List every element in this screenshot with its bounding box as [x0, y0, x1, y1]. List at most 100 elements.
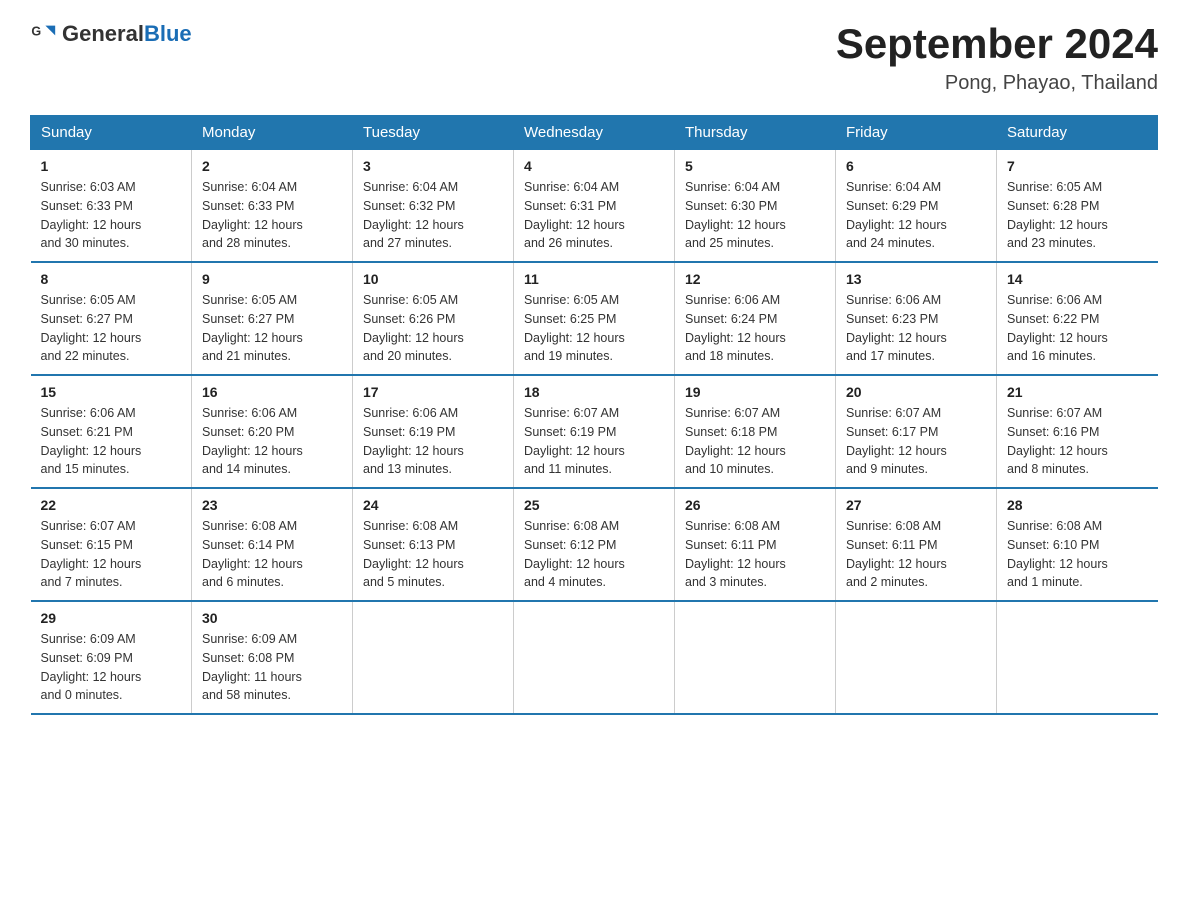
weekday-header-thursday: Thursday: [675, 116, 836, 150]
calendar-cell: 17Sunrise: 6:06 AMSunset: 6:19 PMDayligh…: [353, 375, 514, 488]
day-number: 24: [363, 497, 503, 513]
calendar-cell: 19 Sunrise: 6:07 AMSunset: 6:18 PMDayligh…: [675, 375, 836, 488]
day-number: 5: [685, 158, 825, 174]
day-info: Sunrise: 6:04 AMSunset: 6:32 PMDaylight:…: [363, 178, 503, 253]
day-number: 29: [41, 610, 182, 626]
day-info: Sunrise: 6:04 AMSunset: 6:30 PMDaylight:…: [685, 178, 825, 253]
day-info: Sunrise: 6:05 AMSunset: 6:27 PMDaylight:…: [202, 291, 342, 366]
calendar-title: September 2024: [836, 20, 1158, 68]
calendar-cell: 26 Sunrise: 6:08 AMSunset: 6:11 PMDayligh…: [675, 488, 836, 601]
logo-icon: G: [30, 20, 58, 48]
calendar-cell: 2 Sunrise: 6:04 AMSunset: 6:33 PMDaylight…: [192, 150, 353, 263]
calendar-cell: 14 Sunrise: 6:06 AMSunset: 6:22 PMDayligh…: [997, 262, 1158, 375]
calendar-week-2: 8 Sunrise: 6:05 AMSunset: 6:27 PMDaylight…: [31, 262, 1158, 375]
weekday-header-wednesday: Wednesday: [514, 116, 675, 150]
day-number: 22: [41, 497, 182, 513]
calendar-week-3: 15 Sunrise: 6:06 AMSunset: 6:21 PMDayligh…: [31, 375, 1158, 488]
calendar-cell: 11 Sunrise: 6:05 AMSunset: 6:25 PMDayligh…: [514, 262, 675, 375]
calendar-cell: 24 Sunrise: 6:08 AMSunset: 6:13 PMDayligh…: [353, 488, 514, 601]
day-info: Sunrise: 6:08 AMSunset: 6:13 PMDaylight:…: [363, 517, 503, 592]
calendar-cell: 22Sunrise: 6:07 AMSunset: 6:15 PMDayligh…: [31, 488, 192, 601]
day-number: 1: [41, 158, 182, 174]
calendar-cell: 27Sunrise: 6:08 AMSunset: 6:11 PMDayligh…: [836, 488, 997, 601]
calendar-cell: [675, 601, 836, 714]
day-number: 20: [846, 384, 986, 400]
day-info: Sunrise: 6:06 AMSunset: 6:19 PMDaylight:…: [363, 404, 503, 479]
calendar-cell: 12 Sunrise: 6:06 AMSunset: 6:24 PMDayligh…: [675, 262, 836, 375]
day-info: Sunrise: 6:06 AMSunset: 6:20 PMDaylight:…: [202, 404, 342, 479]
day-info: Sunrise: 6:06 AMSunset: 6:22 PMDaylight:…: [1007, 291, 1148, 366]
day-info: Sunrise: 6:05 AMSunset: 6:25 PMDaylight:…: [524, 291, 664, 366]
day-number: 12: [685, 271, 825, 287]
day-info: Sunrise: 6:08 AMSunset: 6:11 PMDaylight:…: [685, 517, 825, 592]
day-info: Sunrise: 6:04 AMSunset: 6:33 PMDaylight:…: [202, 178, 342, 253]
svg-text:G: G: [31, 24, 41, 38]
calendar-cell: 13 Sunrise: 6:06 AMSunset: 6:23 PMDayligh…: [836, 262, 997, 375]
calendar-week-4: 22Sunrise: 6:07 AMSunset: 6:15 PMDayligh…: [31, 488, 1158, 601]
day-number: 28: [1007, 497, 1148, 513]
day-info: Sunrise: 6:07 AMSunset: 6:17 PMDaylight:…: [846, 404, 986, 479]
weekday-header-friday: Friday: [836, 116, 997, 150]
calendar-cell: [514, 601, 675, 714]
calendar-cell: 6Sunrise: 6:04 AMSunset: 6:29 PMDaylight…: [836, 150, 997, 263]
calendar-cell: [353, 601, 514, 714]
page-header: G GeneralBlue September 2024 Pong, Phaya…: [30, 20, 1158, 95]
day-info: Sunrise: 6:07 AMSunset: 6:19 PMDaylight:…: [524, 404, 664, 479]
day-info: Sunrise: 6:06 AMSunset: 6:24 PMDaylight:…: [685, 291, 825, 366]
day-number: 30: [202, 610, 342, 626]
day-number: 6: [846, 158, 986, 174]
logo-text-general: General: [62, 21, 144, 46]
weekday-header-sunday: Sunday: [31, 116, 192, 150]
day-number: 2: [202, 158, 342, 174]
day-info: Sunrise: 6:08 AMSunset: 6:12 PMDaylight:…: [524, 517, 664, 592]
calendar-cell: 29 Sunrise: 6:09 AMSunset: 6:09 PMDayligh…: [31, 601, 192, 714]
calendar-cell: 5 Sunrise: 6:04 AMSunset: 6:30 PMDaylight…: [675, 150, 836, 263]
calendar-cell: 25 Sunrise: 6:08 AMSunset: 6:12 PMDayligh…: [514, 488, 675, 601]
calendar-cell: 3Sunrise: 6:04 AMSunset: 6:32 PMDaylight…: [353, 150, 514, 263]
day-number: 11: [524, 271, 664, 287]
calendar-cell: 8 Sunrise: 6:05 AMSunset: 6:27 PMDaylight…: [31, 262, 192, 375]
calendar-cell: 1 Sunrise: 6:03 AMSunset: 6:33 PMDaylight…: [31, 150, 192, 263]
day-number: 16: [202, 384, 342, 400]
calendar-cell: 4 Sunrise: 6:04 AMSunset: 6:31 PMDaylight…: [514, 150, 675, 263]
day-info: Sunrise: 6:07 AMSunset: 6:18 PMDaylight:…: [685, 404, 825, 479]
day-number: 23: [202, 497, 342, 513]
calendar-week-1: 1 Sunrise: 6:03 AMSunset: 6:33 PMDaylight…: [31, 150, 1158, 263]
weekday-header-saturday: Saturday: [997, 116, 1158, 150]
calendar-cell: 16 Sunrise: 6:06 AMSunset: 6:20 PMDayligh…: [192, 375, 353, 488]
day-number: 8: [41, 271, 182, 287]
calendar-cell: 10 Sunrise: 6:05 AMSunset: 6:26 PMDayligh…: [353, 262, 514, 375]
day-number: 25: [524, 497, 664, 513]
day-info: Sunrise: 6:06 AMSunset: 6:21 PMDaylight:…: [41, 404, 182, 479]
title-area: September 2024 Pong, Phayao, Thailand: [836, 20, 1158, 95]
calendar-week-5: 29 Sunrise: 6:09 AMSunset: 6:09 PMDayligh…: [31, 601, 1158, 714]
day-info: Sunrise: 6:03 AMSunset: 6:33 PMDaylight:…: [41, 178, 182, 253]
day-number: 13: [846, 271, 986, 287]
weekday-header-monday: Monday: [192, 116, 353, 150]
calendar-cell: 28 Sunrise: 6:08 AMSunset: 6:10 PMDayligh…: [997, 488, 1158, 601]
calendar-header: SundayMondayTuesdayWednesdayThursdayFrid…: [31, 116, 1158, 150]
day-info: Sunrise: 6:08 AMSunset: 6:10 PMDaylight:…: [1007, 517, 1148, 592]
day-number: 19: [685, 384, 825, 400]
day-info: Sunrise: 6:05 AMSunset: 6:26 PMDaylight:…: [363, 291, 503, 366]
calendar-body: 1 Sunrise: 6:03 AMSunset: 6:33 PMDaylight…: [31, 150, 1158, 715]
day-info: Sunrise: 6:07 AMSunset: 6:16 PMDaylight:…: [1007, 404, 1148, 479]
day-info: Sunrise: 6:06 AMSunset: 6:23 PMDaylight:…: [846, 291, 986, 366]
day-number: 7: [1007, 158, 1148, 174]
calendar-cell: 21Sunrise: 6:07 AMSunset: 6:16 PMDayligh…: [997, 375, 1158, 488]
calendar-cell: 9Sunrise: 6:05 AMSunset: 6:27 PMDaylight…: [192, 262, 353, 375]
day-number: 18: [524, 384, 664, 400]
day-number: 14: [1007, 271, 1148, 287]
day-number: 15: [41, 384, 182, 400]
calendar-subtitle: Pong, Phayao, Thailand: [836, 72, 1158, 95]
day-number: 10: [363, 271, 503, 287]
day-info: Sunrise: 6:05 AMSunset: 6:27 PMDaylight:…: [41, 291, 182, 366]
day-number: 26: [685, 497, 825, 513]
day-info: Sunrise: 6:05 AMSunset: 6:28 PMDaylight:…: [1007, 178, 1148, 253]
calendar-cell: 7 Sunrise: 6:05 AMSunset: 6:28 PMDaylight…: [997, 150, 1158, 263]
day-info: Sunrise: 6:09 AMSunset: 6:09 PMDaylight:…: [41, 630, 182, 705]
calendar-cell: 18 Sunrise: 6:07 AMSunset: 6:19 PMDayligh…: [514, 375, 675, 488]
day-info: Sunrise: 6:04 AMSunset: 6:31 PMDaylight:…: [524, 178, 664, 253]
weekday-header-tuesday: Tuesday: [353, 116, 514, 150]
day-number: 4: [524, 158, 664, 174]
